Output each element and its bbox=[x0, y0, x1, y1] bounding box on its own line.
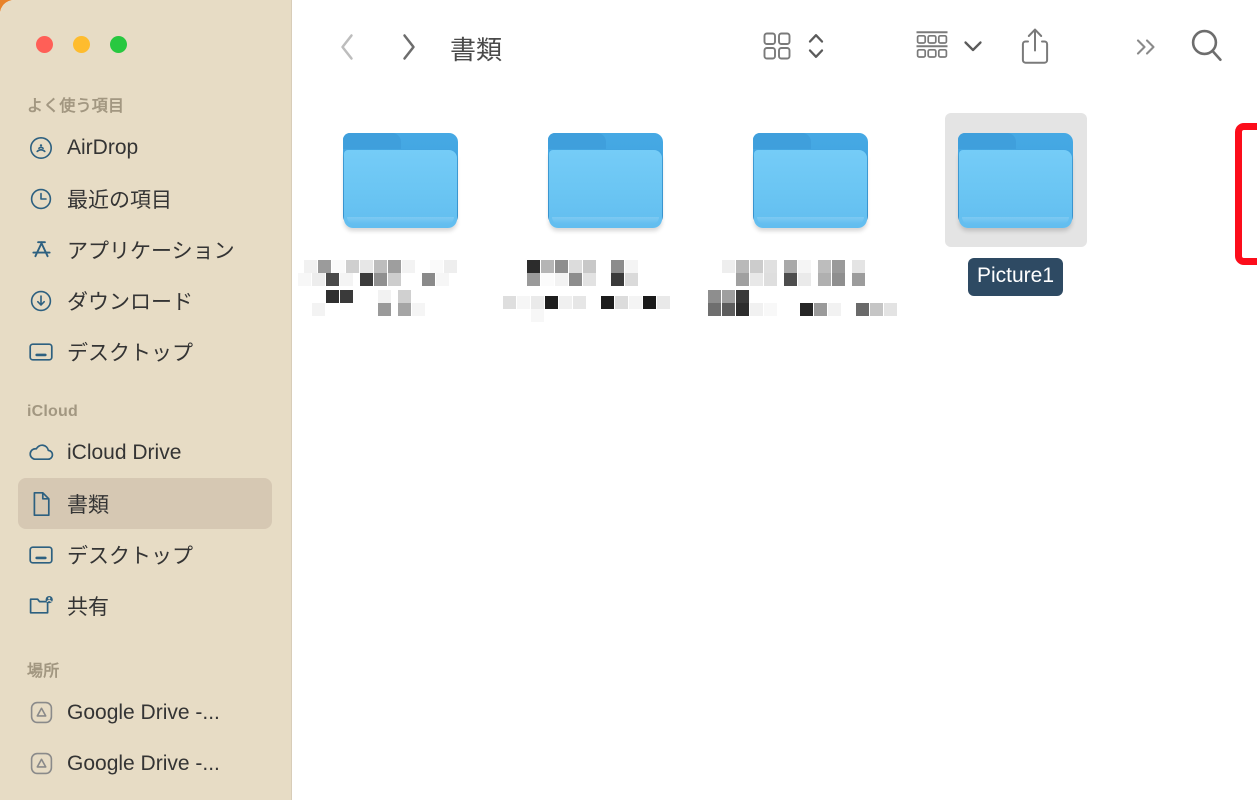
file-icon-wrap bbox=[708, 110, 913, 252]
back-button[interactable] bbox=[330, 28, 364, 66]
folder-icon bbox=[958, 133, 1073, 229]
sidebar-item-label: 共有 bbox=[67, 595, 109, 619]
sidebar-item-airdrop[interactable]: AirDrop bbox=[18, 122, 272, 173]
sidebar-item-desktop[interactable]: デスクトップ bbox=[18, 326, 272, 377]
redacted-file-name bbox=[708, 258, 913, 316]
forward-button[interactable] bbox=[392, 28, 426, 66]
maximize-window-button[interactable] bbox=[110, 36, 127, 53]
sidebar: よく使う項目 AirDrop 最近の項目 アプリケーション ダウンロード デスク… bbox=[0, 0, 292, 800]
shared-folder-icon bbox=[26, 592, 56, 620]
sidebar-item-recents[interactable]: 最近の項目 bbox=[18, 173, 272, 224]
folder-icon bbox=[343, 133, 458, 229]
search-icon[interactable] bbox=[1187, 24, 1227, 68]
sidebar-section-favorites-title: よく使う項目 bbox=[27, 98, 125, 115]
page-title: 書類 bbox=[450, 35, 503, 65]
sidebar-item-label: デスクトップ bbox=[67, 544, 193, 568]
sidebar-item-applications[interactable]: アプリケーション bbox=[18, 224, 272, 275]
file-icon-wrap bbox=[503, 110, 708, 252]
desktop-icon bbox=[26, 541, 56, 569]
sidebar-item-downloads[interactable]: ダウンロード bbox=[18, 275, 272, 326]
document-icon bbox=[26, 490, 56, 518]
view-options-chevrons[interactable] bbox=[804, 26, 828, 66]
file-name-area bbox=[708, 252, 913, 318]
sidebar-list: よく使う項目 AirDrop 最近の項目 アプリケーション ダウンロード デスク… bbox=[0, 86, 291, 789]
share-button[interactable] bbox=[1017, 24, 1053, 68]
sidebar-section-locations-title: 場所 bbox=[27, 663, 60, 680]
sidebar-item-label: AirDrop bbox=[67, 135, 139, 159]
sidebar-item-label: Google Drive -... bbox=[67, 751, 220, 775]
file-icon-wrap bbox=[913, 110, 1118, 252]
sidebar-section-icloud-title: iCloud bbox=[27, 403, 78, 420]
sidebar-item-label: Google Drive -... bbox=[67, 700, 220, 724]
google-drive-icon bbox=[26, 750, 56, 778]
applications-icon bbox=[26, 236, 56, 264]
file-item[interactable] bbox=[708, 110, 913, 320]
sidebar-item-label: アプリケーション bbox=[67, 239, 235, 263]
finder-window: よく使う項目 AirDrop 最近の項目 アプリケーション ダウンロード デスク… bbox=[0, 0, 1257, 800]
sidebar-item-icloud-drive[interactable]: iCloud Drive bbox=[18, 427, 272, 478]
file-item[interactable] bbox=[298, 110, 503, 320]
downloads-icon bbox=[26, 287, 56, 315]
sidebar-item-shared[interactable]: 共有 bbox=[18, 580, 272, 631]
close-window-button[interactable] bbox=[36, 36, 53, 53]
file-item-picture1[interactable]: Picture1 bbox=[913, 110, 1118, 320]
sidebar-item-desktop-icloud[interactable]: デスクトップ bbox=[18, 529, 272, 580]
sidebar-item-label: デスクトップ bbox=[67, 341, 193, 365]
file-name-area bbox=[503, 252, 708, 322]
file-icon-wrap bbox=[298, 110, 503, 252]
traffic-lights bbox=[36, 36, 127, 53]
sidebar-item-label: ダウンロード bbox=[67, 290, 193, 314]
sidebar-item-label: 最近の項目 bbox=[67, 188, 172, 212]
more-toolbar-button[interactable] bbox=[1129, 28, 1165, 66]
redacted-file-name bbox=[503, 258, 708, 322]
cloud-icon bbox=[26, 439, 56, 467]
redacted-file-name bbox=[298, 258, 503, 316]
sidebar-item-google-drive-1[interactable]: Google Drive -... bbox=[18, 687, 272, 738]
file-name-area bbox=[298, 252, 503, 318]
sidebar-item-label: 書類 bbox=[67, 493, 109, 517]
sidebar-item-documents[interactable]: 書類 bbox=[18, 478, 272, 529]
file-name-label[interactable]: Picture1 bbox=[967, 258, 1064, 296]
sidebar-item-google-drive-2[interactable]: Google Drive -... bbox=[18, 738, 272, 789]
icon-view-button[interactable] bbox=[758, 26, 796, 66]
minimize-window-button[interactable] bbox=[73, 36, 90, 53]
sidebar-item-label: iCloud Drive bbox=[67, 440, 182, 464]
folder-icon bbox=[753, 133, 868, 229]
main-content: 書類 Picture1 bbox=[292, 0, 1257, 800]
airdrop-icon bbox=[26, 134, 56, 162]
folder-icon bbox=[548, 133, 663, 229]
file-item[interactable] bbox=[503, 110, 708, 322]
google-drive-icon bbox=[26, 699, 56, 727]
toolbar: 書類 bbox=[292, 0, 1257, 92]
group-by-button[interactable] bbox=[910, 26, 954, 66]
desktop-icon bbox=[26, 338, 56, 366]
clock-icon bbox=[26, 185, 56, 213]
chevron-down-icon[interactable] bbox=[960, 28, 986, 64]
file-name-area: Picture1 bbox=[913, 252, 1118, 318]
file-grid: Picture1 bbox=[292, 92, 1257, 800]
